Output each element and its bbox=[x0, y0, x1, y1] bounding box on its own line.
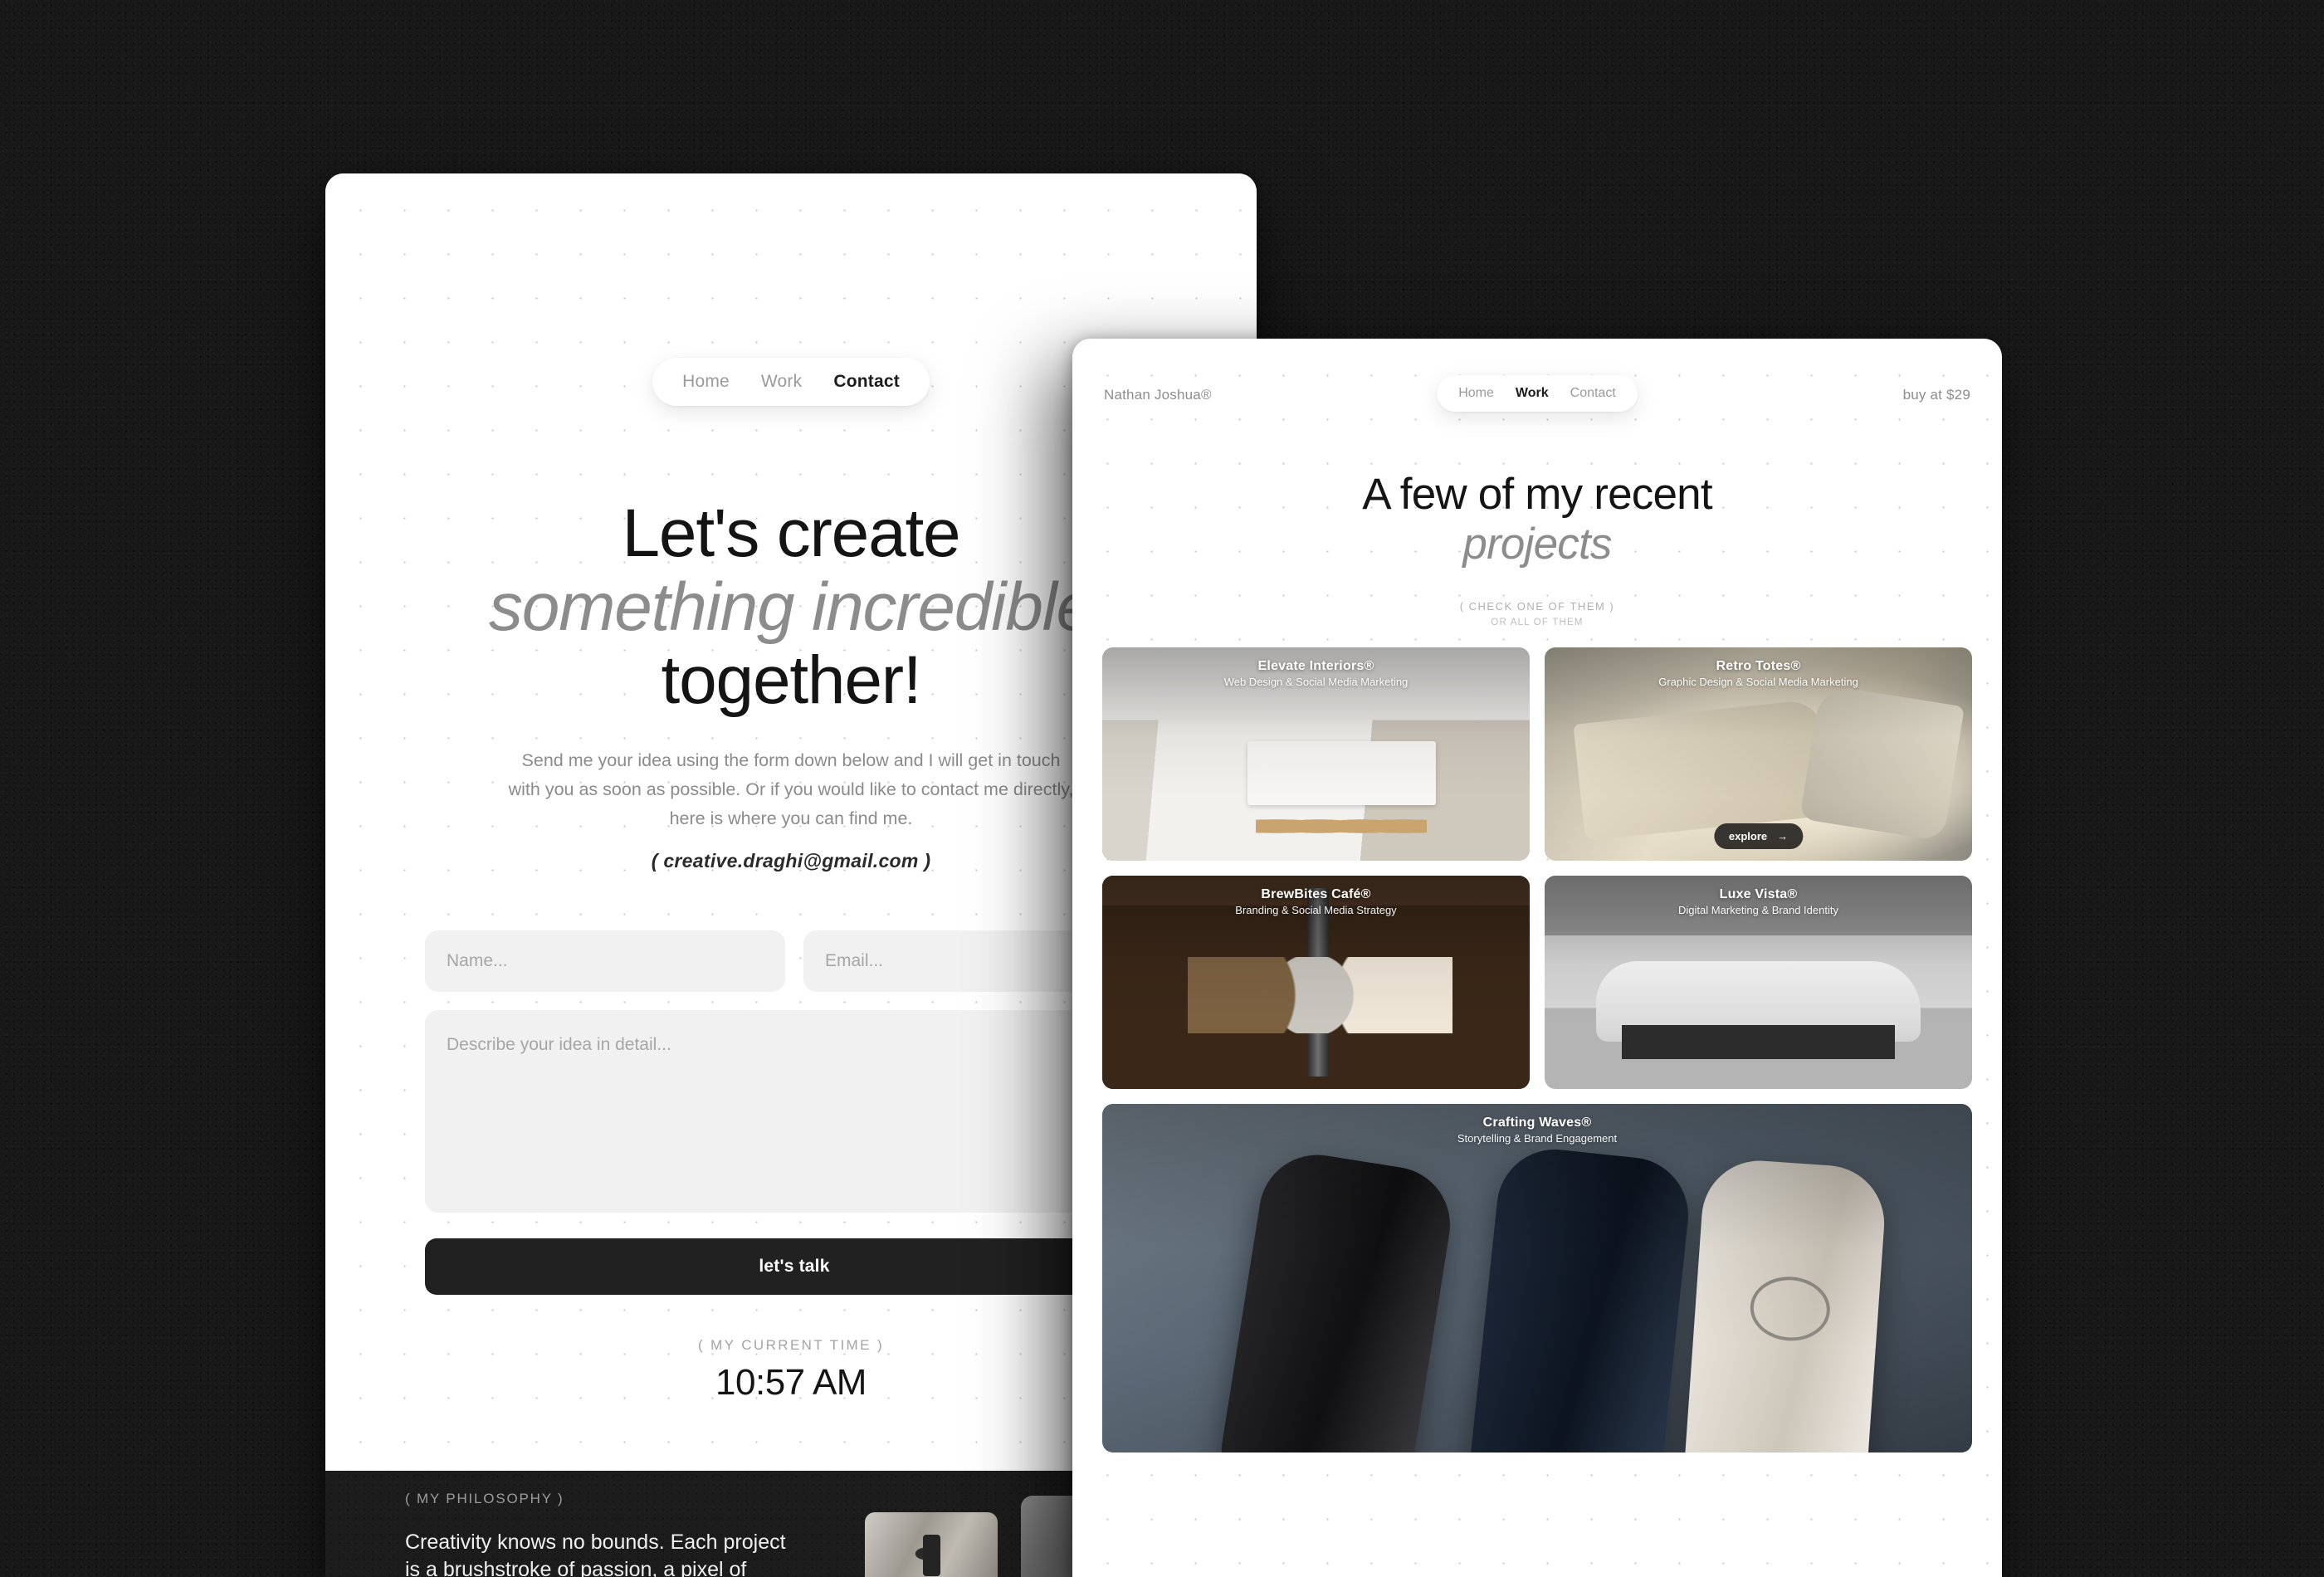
contact-form: let's talk bbox=[425, 930, 1164, 1295]
projects-page-title: A few of my recent projects bbox=[1072, 470, 2002, 570]
project-card[interactable]: Elevate Interiors® Web Design & Social Me… bbox=[1102, 647, 1530, 861]
projects-kicker-line-2: OR ALL OF THEM bbox=[1491, 618, 1584, 627]
project-card-subtitle: Graphic Design & Social Media Marketing bbox=[1658, 676, 1858, 688]
nav-item-work[interactable]: Work bbox=[761, 372, 802, 392]
project-card-title: Elevate Interiors® bbox=[1257, 659, 1374, 673]
projects-grid: Elevate Interiors® Web Design & Social Me… bbox=[1102, 647, 1972, 1452]
philosophy-kicker: ( MY PHILOSOPHY ) bbox=[405, 1491, 564, 1506]
project-card[interactable]: Luxe Vista® Digital Marketing & Brand Ide… bbox=[1545, 876, 1972, 1089]
project-card-overlay bbox=[1102, 1104, 1972, 1452]
brand-wordmark: Nathan Joshua® bbox=[1104, 387, 1212, 403]
nav-item-home[interactable]: Home bbox=[1458, 386, 1494, 401]
project-card-title: Luxe Vista® bbox=[1719, 887, 1798, 901]
project-card-label: Elevate Interiors® Web Design & Social Me… bbox=[1102, 659, 1530, 688]
project-card-subtitle: Web Design & Social Media Marketing bbox=[1223, 676, 1409, 688]
contact-form-row bbox=[425, 930, 1164, 992]
project-card-label: Retro Totes® Graphic Design & Social Medi… bbox=[1545, 659, 1972, 688]
projects-page-window: Nathan Joshua® buy at $29 Home Work Cont… bbox=[1072, 339, 2002, 1577]
nav-item-home[interactable]: Home bbox=[682, 372, 730, 392]
name-input[interactable] bbox=[425, 930, 785, 992]
project-card-subtitle: Digital Marketing & Brand Identity bbox=[1678, 904, 1838, 916]
contact-page-nav[interactable]: Home Work Contact bbox=[652, 358, 930, 406]
project-card-label: Crafting Waves® Storytelling & Brand Enga… bbox=[1102, 1116, 1972, 1145]
project-card-label: Luxe Vista® Digital Marketing & Brand Ide… bbox=[1545, 887, 1972, 916]
contact-page-subtext: Send me your idea using the form down be… bbox=[508, 750, 1074, 828]
nav-item-contact[interactable]: Contact bbox=[833, 372, 900, 392]
lets-talk-button[interactable]: let's talk bbox=[425, 1238, 1164, 1295]
heading-line-3: together! bbox=[661, 642, 922, 719]
projects-kicker-line-1: ( CHECK ONE OF THEM ) bbox=[1459, 600, 1615, 613]
nav-item-contact[interactable]: Contact bbox=[1570, 386, 1616, 401]
project-card[interactable]: Retro Totes® Graphic Design & Social Medi… bbox=[1545, 647, 1972, 861]
heading-line-2: projects bbox=[1462, 520, 1612, 569]
project-card-subtitle: Storytelling & Brand Engagement bbox=[1457, 1132, 1618, 1145]
project-card-subtitle: Branding & Social Media Strategy bbox=[1235, 904, 1397, 916]
heading-line-1: A few of my recent bbox=[1362, 470, 1712, 519]
buy-link[interactable]: buy at $29 bbox=[1903, 387, 1970, 403]
project-card[interactable]: Crafting Waves® Storytelling & Brand Enga… bbox=[1102, 1104, 1972, 1452]
project-card-title: Crafting Waves® bbox=[1482, 1116, 1592, 1130]
philosophy-thumbnail-1 bbox=[865, 1512, 998, 1577]
project-card[interactable]: BrewBites Café® Branding & Social Media S… bbox=[1102, 876, 1530, 1089]
message-textarea[interactable] bbox=[425, 1010, 1164, 1213]
nav-item-work[interactable]: Work bbox=[1516, 386, 1549, 401]
philosophy-text-block: ( MY PHILOSOPHY ) Creativity knows no bo… bbox=[405, 1491, 795, 1577]
project-card-label: BrewBites Café® Branding & Social Media S… bbox=[1102, 887, 1530, 916]
philosophy-body-text: Creativity knows no bounds. Each project… bbox=[405, 1531, 786, 1577]
arrow-right-icon: → bbox=[1777, 830, 1789, 842]
explore-button-label: explore bbox=[1728, 830, 1768, 842]
projects-kicker: ( CHECK ONE OF THEM ) OR ALL OF THEM bbox=[1072, 600, 2002, 627]
heading-line-1: Let's create bbox=[622, 496, 961, 571]
explore-button[interactable]: explore → bbox=[1713, 823, 1804, 849]
philosophy-body: Creativity knows no bounds. Each project… bbox=[405, 1529, 795, 1577]
projects-page-nav[interactable]: Home Work Contact bbox=[1437, 375, 1638, 412]
project-card-title: Retro Totes® bbox=[1716, 659, 1801, 673]
project-card-title: BrewBites Café® bbox=[1261, 887, 1371, 901]
